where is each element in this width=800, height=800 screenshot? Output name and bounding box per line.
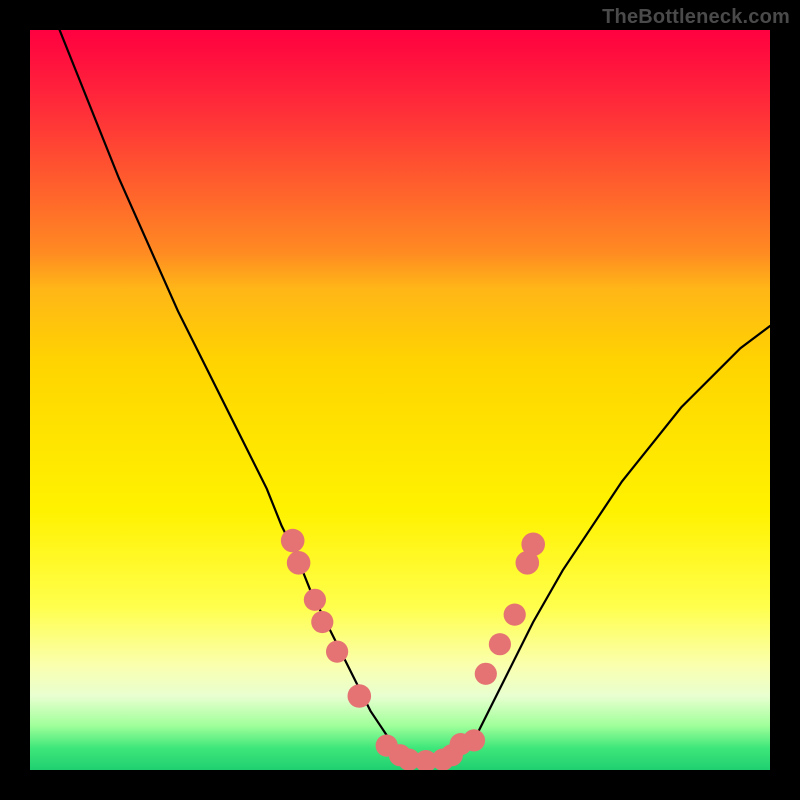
- chart-frame: TheBottleneck.com: [0, 0, 800, 800]
- chart-marker: [463, 729, 485, 751]
- chart-svg: [30, 30, 770, 770]
- watermark-text: TheBottleneck.com: [602, 6, 790, 29]
- chart-marker: [504, 604, 526, 626]
- chart-marker: [311, 611, 333, 633]
- chart-marker: [521, 533, 545, 557]
- chart-marker: [475, 663, 497, 685]
- chart-marker: [489, 633, 511, 655]
- chart-marker: [348, 684, 372, 708]
- chart-marker: [326, 641, 348, 663]
- chart-markers: [281, 529, 545, 770]
- plot-area: [30, 30, 770, 770]
- chart-marker: [281, 529, 305, 553]
- chart-marker: [287, 551, 311, 575]
- chart-marker: [304, 589, 326, 611]
- chart-curve: [60, 30, 770, 763]
